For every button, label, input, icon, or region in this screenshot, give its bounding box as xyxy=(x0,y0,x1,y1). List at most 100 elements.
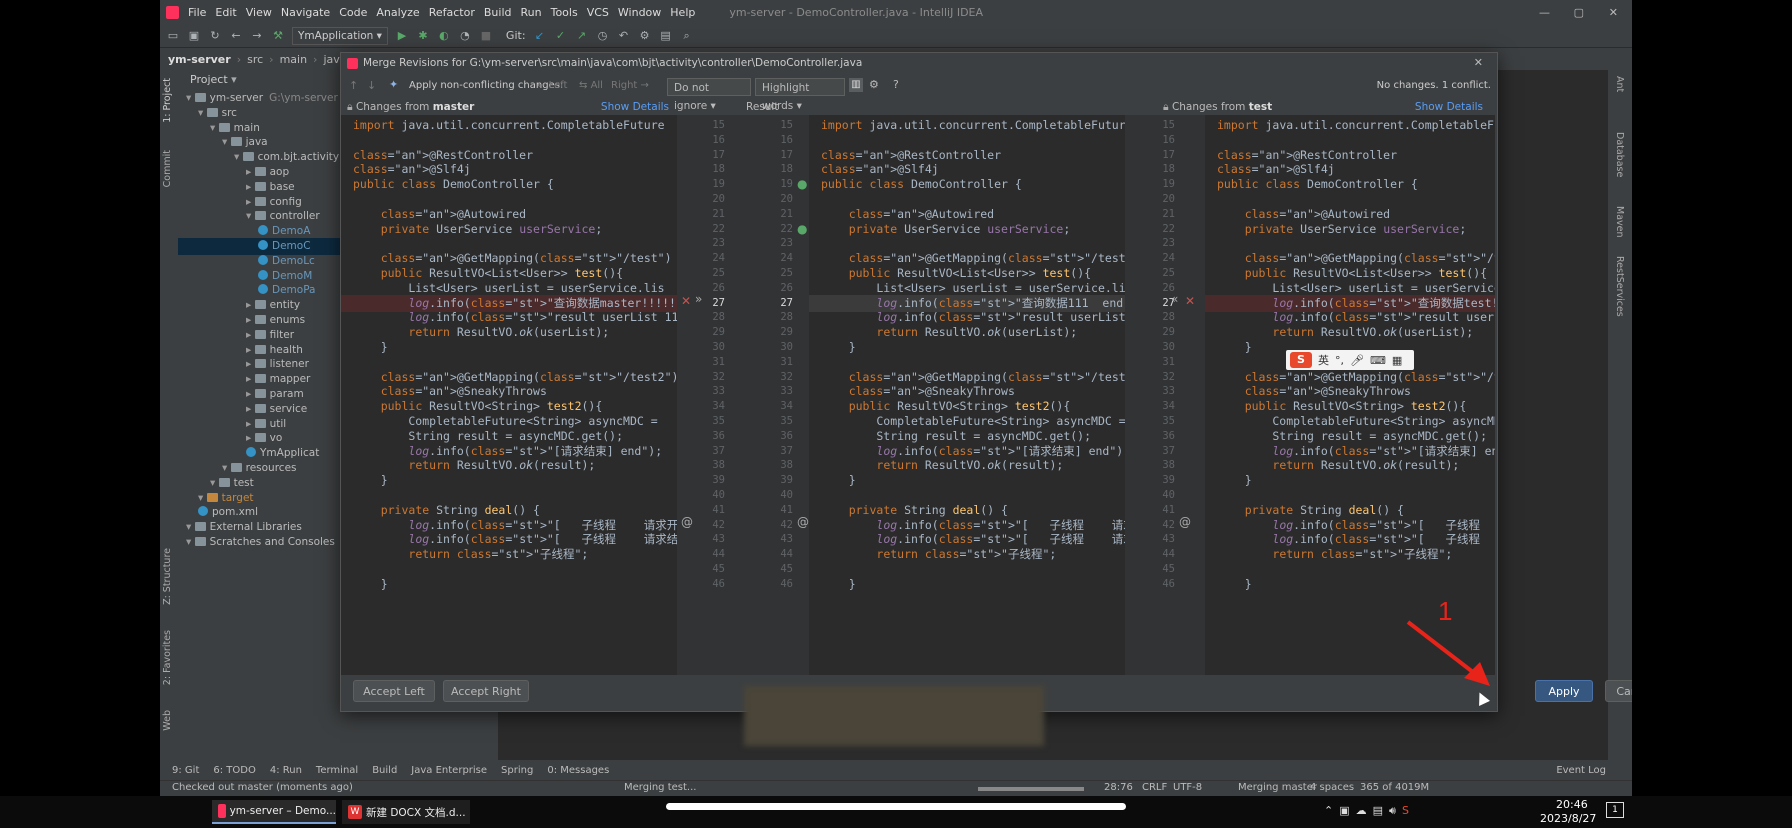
expand-arrow-icon[interactable]: ▸ xyxy=(246,344,255,356)
maximize-icon[interactable]: ▢ xyxy=(1574,6,1584,19)
magic-resolve-icon[interactable]: ✦ xyxy=(389,78,398,91)
expand-arrow-icon[interactable]: ▾ xyxy=(222,462,231,474)
menu-file[interactable]: File xyxy=(188,6,206,19)
code-line[interactable]: } xyxy=(353,472,388,489)
breadcrumb-item[interactable]: ym-server xyxy=(168,53,231,66)
tool-tab-maven[interactable]: Maven xyxy=(1614,206,1625,238)
settings-gear-icon[interactable]: ⚙ xyxy=(869,78,879,91)
apply-left-change-icon[interactable]: » xyxy=(695,292,702,306)
code-line[interactable]: import java.util.concurrent.CompletableF… xyxy=(1217,117,1495,134)
tray-volume-icon[interactable]: 🔊︎ xyxy=(1389,804,1396,818)
expand-arrow-icon[interactable]: ▸ xyxy=(246,373,255,385)
file-encoding[interactable]: UTF-8 xyxy=(1173,782,1202,793)
tool-tab-structure[interactable]: Z: Structure xyxy=(162,548,173,605)
expand-arrow-icon[interactable]: ▾ xyxy=(198,492,207,504)
run-icon[interactable]: ▶ xyxy=(395,29,409,43)
bottom-tab[interactable]: 0: Messages xyxy=(547,765,609,776)
highlight-words-select[interactable]: Highlight words ▾ xyxy=(755,78,845,112)
expand-arrow-icon[interactable]: ▾ xyxy=(186,536,195,548)
save-icon[interactable]: ▣ xyxy=(187,29,201,43)
show-details-link-right[interactable]: Show Details xyxy=(1415,99,1483,115)
ime-toolbar[interactable]: S 英 °, 🎤︎ ⌨ ▦ xyxy=(1286,350,1414,370)
code-line[interactable]: } xyxy=(821,339,856,356)
skin-icon[interactable]: ▦ xyxy=(1392,354,1402,367)
menu-view[interactable]: View xyxy=(246,6,272,19)
bean-gutter-icon[interactable]: ● xyxy=(797,222,807,236)
expand-arrow-icon[interactable]: ▸ xyxy=(246,388,255,400)
tree-node[interactable]: ▾ Scratches and Consoles xyxy=(186,534,335,551)
code-line[interactable]: } xyxy=(1217,339,1252,356)
expand-arrow-icon[interactable]: ▾ xyxy=(234,151,243,163)
profile-icon[interactable]: ◔ xyxy=(458,29,472,43)
code-line[interactable]: return ResultVO.ok(result); xyxy=(1217,457,1459,474)
code-line[interactable]: return class="st">"子线程"; xyxy=(821,546,1056,563)
expand-arrow-icon[interactable]: ▸ xyxy=(246,418,255,430)
help-icon[interactable]: ? xyxy=(893,78,899,91)
bottom-tab[interactable]: 6: TODO xyxy=(213,765,255,776)
expand-arrow-icon[interactable]: ▾ xyxy=(186,92,195,104)
expand-arrow-icon[interactable]: ▸ xyxy=(246,166,255,178)
close-window-icon[interactable]: ✕ xyxy=(1609,6,1618,19)
git-history-icon[interactable]: ◷ xyxy=(596,29,610,43)
clock-date[interactable]: 2023/8/27 xyxy=(1540,812,1596,825)
menu-navigate[interactable]: Navigate xyxy=(281,6,330,19)
code-line[interactable]: private UserService userService; xyxy=(353,221,603,238)
code-line[interactable]: import java.util.concurrent.CompletableF… xyxy=(821,117,1125,134)
mic-icon[interactable]: 🎤︎ xyxy=(1350,354,1364,367)
git-update-icon[interactable]: ↙ xyxy=(533,29,547,43)
code-line[interactable]: private UserService userService; xyxy=(821,221,1071,238)
show-details-link-left[interactable]: Show Details xyxy=(601,99,669,115)
menu-refactor[interactable]: Refactor xyxy=(429,6,475,19)
result-code-pane[interactable]: import java.util.concurrent.CompletableF… xyxy=(809,115,1125,675)
right-code-pane[interactable]: import java.util.concurrent.CompletableF… xyxy=(1205,115,1495,675)
expand-arrow-icon[interactable]: ▾ xyxy=(186,521,195,533)
punctuation-icon[interactable]: °, xyxy=(1335,354,1344,367)
git-branch-status[interactable]: Merging master xyxy=(1238,782,1317,793)
accept-right-button[interactable]: Accept Right xyxy=(443,680,529,702)
menu-window[interactable]: Window xyxy=(618,6,661,19)
menu-tools[interactable]: Tools xyxy=(551,6,578,19)
annotation-marker-icon[interactable]: @ xyxy=(681,515,693,529)
stop-icon[interactable]: ■ xyxy=(479,29,493,43)
prev-diff-icon[interactable]: ↑ xyxy=(349,79,358,92)
apply-right-button[interactable]: Right → xyxy=(611,80,649,91)
expand-arrow-icon[interactable]: ▸ xyxy=(246,329,255,341)
tray-ime-icon[interactable]: S xyxy=(1402,804,1409,818)
reject-right-change-icon[interactable]: ✕ xyxy=(1185,294,1195,308)
apply-all-button[interactable]: ⇆ All xyxy=(579,80,603,91)
code-line[interactable]: private UserService userService; xyxy=(1217,221,1467,238)
annotation-marker-icon[interactable]: @ xyxy=(797,515,809,529)
coverage-icon[interactable]: ◐ xyxy=(437,29,451,43)
code-line[interactable]: public class DemoController { xyxy=(1217,176,1418,193)
code-line[interactable]: return ResultVO.ok(userList); xyxy=(821,324,1077,341)
code-line[interactable]: return class="st">"子线程"; xyxy=(1217,546,1452,563)
bottom-tab[interactable]: 4: Run xyxy=(270,765,302,776)
taskbar-item-intellij[interactable]: ym-server – Demo... xyxy=(212,800,336,824)
apply-left-button[interactable]: ← Left xyxy=(537,80,567,91)
left-code-pane[interactable]: import java.util.concurrent.CompletableF… xyxy=(341,115,677,675)
expand-arrow-icon[interactable]: ▾ xyxy=(210,122,219,134)
expand-arrow-icon[interactable]: ▸ xyxy=(246,358,255,370)
expand-arrow-icon[interactable]: ▸ xyxy=(246,432,255,444)
expand-arrow-icon[interactable]: ▾ xyxy=(198,107,207,119)
next-diff-icon[interactable]: ↓ xyxy=(367,79,376,92)
sync-icon[interactable]: ↻ xyxy=(208,29,222,43)
annotation-marker-icon[interactable]: @ xyxy=(1179,515,1191,529)
expand-arrow-icon[interactable]: ▸ xyxy=(246,181,255,193)
settings-wrench-icon[interactable]: ⚙ xyxy=(638,29,652,43)
run-config-select[interactable]: YmApplication ▾ xyxy=(292,26,388,45)
code-line[interactable]: return ResultVO.ok(userList); xyxy=(1217,324,1473,341)
keyboard-icon[interactable]: ⌨ xyxy=(1370,354,1386,367)
apply-button[interactable]: Apply xyxy=(1535,680,1593,702)
code-line[interactable]: } xyxy=(353,339,388,356)
code-line[interactable]: } xyxy=(353,576,388,593)
tray-chevron-icon[interactable]: ⌃ xyxy=(1324,804,1333,818)
build-hammer-icon[interactable]: ⚒ xyxy=(271,29,285,43)
code-line[interactable]: } xyxy=(821,472,856,489)
notification-icon[interactable]: 1 xyxy=(1606,802,1624,818)
memory-indicator[interactable]: 365 of 4019M xyxy=(1360,782,1429,793)
bottom-tab[interactable]: Build xyxy=(372,765,397,776)
code-line[interactable]: } xyxy=(821,576,856,593)
code-line[interactable]: } xyxy=(1217,576,1252,593)
menu-code[interactable]: Code xyxy=(339,6,367,19)
